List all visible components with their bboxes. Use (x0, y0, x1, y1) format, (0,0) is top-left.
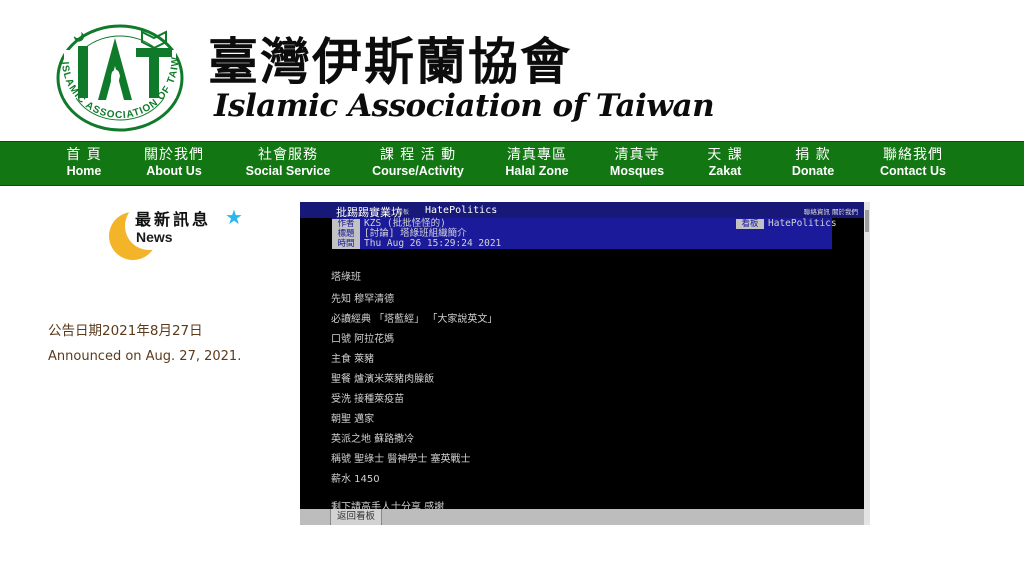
post-line: 口號 阿拉花媽 (331, 334, 395, 345)
star-icon: ★ (225, 205, 243, 229)
nav-item-social-service[interactable]: 社會服務 Social Service (246, 142, 331, 185)
news-title-zh: 最新訊息 (135, 210, 212, 229)
nav-label-zh: 清真寺 (614, 147, 660, 163)
nav-item-halal-zone[interactable]: 清真專區 Halal Zone (505, 142, 568, 185)
announcement-date-en: Announced on Aug. 27, 2021. (48, 349, 242, 364)
post-line: 受洗 接種萊疫苗 (331, 394, 405, 405)
ptt-topbar: 批踢踢實業坊 看板 HatePolitics 聯絡資訊 關於我們 (300, 202, 864, 219)
post-line: 朝聖 邁家 (331, 414, 375, 425)
nav-label-zh: 社會服務 (258, 147, 318, 163)
iat-logo[interactable]: ISLAMIC ASSOCIATION OF TAIWAN (50, 20, 190, 132)
ptt-board-link[interactable]: HatePolitics (425, 205, 497, 216)
meta-title-label: 標題 (332, 229, 360, 239)
nav-label-en: About Us (146, 164, 202, 178)
nav-label-en: Contact Us (880, 164, 946, 178)
nav-label-en: Donate (791, 164, 835, 178)
post-line: 聖餐 爐濱米萊豬肉臊飯 (331, 374, 435, 385)
post-line: 必讀經典 「塔藍經」 「大家說英文」 (331, 314, 498, 325)
ptt-post-screenshot: 批踢踢實業坊 看板 HatePolitics 聯絡資訊 關於我們 作者 KZS … (300, 202, 870, 525)
news-title-en: News (136, 229, 173, 245)
post-line: 主食 萊豬 (331, 354, 375, 365)
meta-row-time: 時間 Thu Aug 26 15:29:24 2021 (332, 239, 832, 249)
nav-label-zh: 天 課 (707, 147, 743, 163)
post-line: 英派之地 蘇路撒冷 (331, 434, 415, 445)
scrollbar[interactable] (864, 202, 870, 525)
announcement-date-zh: 公告日期2021年8月27日 (48, 323, 203, 339)
nav-label-zh: 聯絡我們 (882, 147, 943, 163)
nav-item-mosques[interactable]: 清真寺 Mosques (610, 142, 664, 185)
nav-label-en: Home (66, 164, 102, 178)
nav-label-en: Course/Activity (372, 164, 464, 178)
nav-label-zh: 首 頁 (66, 147, 102, 163)
meta-time-label: 時間 (332, 239, 360, 249)
nav-label-en: Social Service (245, 164, 331, 178)
nav-item-zakat[interactable]: 天 課 Zakat (707, 142, 742, 185)
nav-item-home[interactable]: 首 頁 Home (66, 142, 101, 185)
post-line: 先知 穆罕清德 (331, 294, 395, 305)
nav-item-contact-us[interactable]: 聯絡我們 Contact Us (880, 142, 946, 185)
nav-label-zh: 清真專區 (507, 147, 567, 163)
nav-label-en: Halal Zone (505, 164, 569, 178)
scrollbar-thumb[interactable] (865, 210, 869, 232)
ptt-top-links[interactable]: 聯絡資訊 關於我們 (804, 206, 858, 216)
main-nav: 首 頁 Home 關於我們 About Us 社會服務 Social Servi… (0, 141, 1024, 186)
post-line: 薪水 1450 (331, 474, 380, 485)
nav-label-zh: 課 程 活 動 (379, 147, 457, 163)
ptt-post-meta: 作者 KZS (批批怪怪的) 標題 [討論] 塔綠班組織簡介 時間 Thu Au… (332, 218, 837, 249)
meta-board-value: HatePolitics (768, 218, 837, 229)
meta-board-label: 看板 (736, 219, 764, 229)
meta-time-value: Thu Aug 26 15:29:24 2021 (364, 238, 502, 249)
nav-label-zh: 捐 款 (795, 147, 831, 163)
nav-label-zh: 關於我們 (144, 147, 204, 163)
meta-author-label: 作者 (332, 219, 360, 229)
site-title-en: Islamic Association of Taiwan (214, 88, 715, 124)
nav-item-donate[interactable]: 捐 款 Donate (792, 142, 834, 185)
ptt-board-label: 看板 (397, 209, 410, 216)
nav-item-about-us[interactable]: 關於我們 About Us (144, 142, 204, 185)
post-line: 塔綠班 (331, 272, 361, 283)
site-header: ISLAMIC ASSOCIATION OF TAIWAN 臺灣伊斯蘭協會 Is… (0, 0, 1024, 140)
post-line: 稱號 聖綠士 醫神學士 塞英戰士 (331, 454, 471, 465)
nav-label-en: Zakat (708, 164, 742, 178)
back-to-board-button[interactable]: 返回看板 (330, 509, 382, 525)
site-title-zh: 臺灣伊斯蘭協會 (208, 32, 572, 91)
nav-label-en: Mosques (609, 164, 665, 178)
ptt-bottom-bar: 返回看板 (300, 509, 864, 525)
nav-item-course-activity[interactable]: 課 程 活 動 Course/Activity (372, 142, 464, 185)
